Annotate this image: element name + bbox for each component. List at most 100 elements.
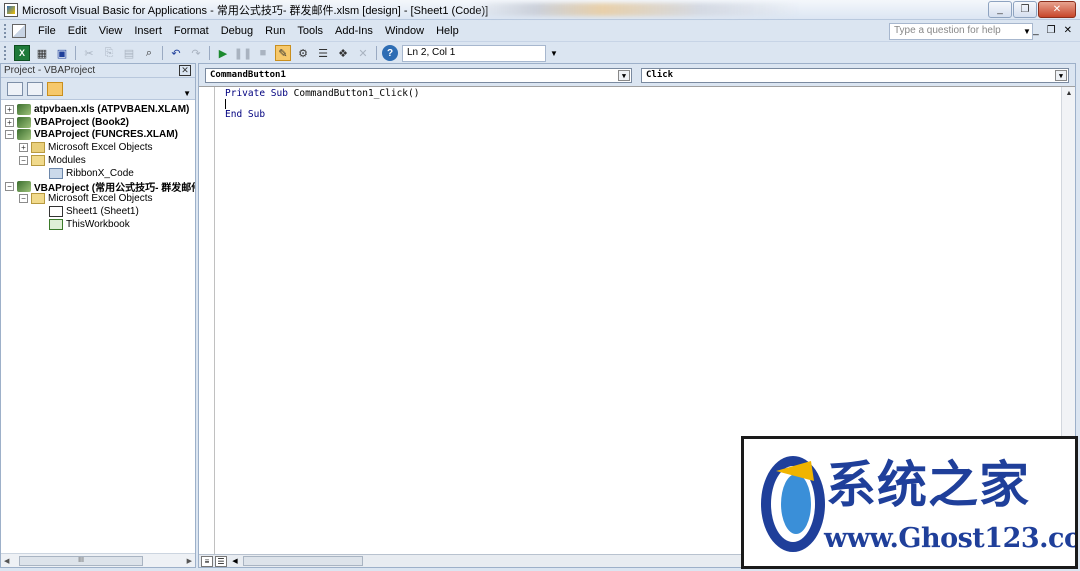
mdi-controls: _ ❐ ✕ bbox=[1033, 25, 1072, 36]
view-excel-icon[interactable]: X bbox=[14, 45, 30, 61]
vba-project-icon bbox=[17, 129, 31, 141]
project-horizontal-scrollbar[interactable]: ◀ III ▶ bbox=[1, 553, 195, 567]
help-icon[interactable]: ? bbox=[382, 45, 398, 61]
scroll-left-icon[interactable]: ◀ bbox=[4, 557, 9, 565]
help-search-input[interactable]: Type a question for help bbox=[889, 23, 1033, 40]
copy-icon[interactable]: ⎘ bbox=[101, 45, 117, 61]
paste-icon[interactable]: ▤ bbox=[121, 45, 137, 61]
menu-debug[interactable]: Debug bbox=[215, 25, 259, 37]
design-mode-icon[interactable]: ✎ bbox=[275, 45, 291, 61]
scroll-thumb[interactable]: III bbox=[19, 556, 143, 566]
code-document-icon[interactable] bbox=[12, 24, 26, 38]
tree-node[interactable]: − Microsoft Excel Objects bbox=[1, 193, 195, 206]
code-horizontal-scroll-thumb[interactable] bbox=[243, 556, 363, 566]
tree-node[interactable]: + Microsoft Excel Objects bbox=[1, 141, 195, 154]
tree-node[interactable]: Sheet1 (Sheet1) bbox=[1, 205, 195, 218]
blurred-taskbar-area bbox=[470, 3, 800, 16]
menu-help[interactable]: Help bbox=[430, 25, 465, 37]
text-caret bbox=[225, 99, 226, 110]
full-module-view-icon[interactable]: ☰ bbox=[215, 555, 227, 567]
procedure-view-icon[interactable]: ≡ bbox=[201, 555, 213, 567]
save-icon[interactable]: ▣ bbox=[54, 45, 70, 61]
project-explorer-panel: Project - VBAProject ✕ ▼ + atpvbaen.xls … bbox=[0, 63, 196, 568]
cursor-position-display: Ln 2, Col 1 bbox=[402, 44, 546, 62]
procedure-combo-value: Click bbox=[646, 70, 674, 80]
folder-icon bbox=[31, 142, 45, 154]
expand-plus-icon[interactable]: + bbox=[5, 117, 14, 127]
menu-edit[interactable]: Edit bbox=[62, 25, 93, 37]
insert-userform-icon[interactable]: ▦ bbox=[34, 45, 50, 61]
run-icon[interactable]: ▶ bbox=[215, 45, 231, 61]
toolbar-grip[interactable] bbox=[4, 46, 8, 60]
procedure-combo[interactable]: Click ▼ bbox=[641, 68, 1069, 83]
scroll-right-icon[interactable]: ▶ bbox=[187, 557, 192, 565]
expand-plus-icon[interactable]: + bbox=[5, 104, 14, 114]
vba-project-icon bbox=[17, 103, 31, 115]
project-panel-header: Project - VBAProject ✕ bbox=[1, 64, 195, 78]
tree-node[interactable]: + VBAProject (Book2) bbox=[1, 116, 195, 129]
margin-indicator-bar[interactable] bbox=[199, 87, 215, 557]
minimize-button[interactable]: _ bbox=[988, 1, 1012, 18]
find-icon[interactable]: ⌕ bbox=[141, 45, 157, 61]
panel-toolbar-options-icon[interactable]: ▼ bbox=[183, 89, 191, 98]
menu-file[interactable]: File bbox=[32, 25, 62, 37]
tree-node[interactable]: − VBAProject (常用公式技巧- 群发邮件.xlsm) bbox=[1, 180, 195, 193]
toolbox-icon[interactable]: ✕ bbox=[355, 45, 371, 61]
tree-node[interactable]: − Modules bbox=[1, 154, 195, 167]
scroll-left-icon[interactable]: ◀ bbox=[229, 557, 241, 565]
tree-node[interactable]: − VBAProject (FUNCRES.XLAM) bbox=[1, 129, 195, 142]
break-icon[interactable]: ❚❚ bbox=[234, 45, 252, 61]
menu-bar: File Edit View Insert Format Debug Run T… bbox=[0, 21, 1080, 42]
code-text[interactable]: Private Sub CommandButton1_Click() End Su… bbox=[225, 88, 420, 120]
standard-toolbar: X ▦ ▣ ✂ ⎘ ▤ ⌕ ↶ ↷ ▶ ❚❚ ■ ✎ ⚙ ☰ ❖ ✕ ? Ln … bbox=[0, 43, 1080, 63]
view-object-icon[interactable] bbox=[27, 81, 43, 96]
tree-node[interactable]: ThisWorkbook bbox=[1, 218, 195, 231]
workbook-icon bbox=[49, 219, 63, 231]
mdi-minimize-icon[interactable]: _ bbox=[1033, 25, 1039, 36]
toolbar-options-icon[interactable]: ▼ bbox=[550, 49, 558, 58]
undo-icon[interactable]: ↶ bbox=[168, 45, 184, 61]
properties-window-icon[interactable]: ☰ bbox=[315, 45, 331, 61]
vba-app-icon[interactable] bbox=[4, 2, 18, 17]
open-folder-icon bbox=[31, 155, 45, 167]
close-button[interactable]: ✕ bbox=[1038, 1, 1076, 18]
menu-window[interactable]: Window bbox=[379, 25, 430, 37]
mdi-close-icon[interactable]: ✕ bbox=[1064, 25, 1072, 36]
collapse-minus-icon[interactable]: − bbox=[19, 156, 28, 166]
view-code-icon[interactable] bbox=[7, 81, 23, 96]
toggle-folders-icon[interactable] bbox=[47, 81, 63, 96]
menu-tools[interactable]: Tools bbox=[291, 25, 329, 37]
redo-icon[interactable]: ↷ bbox=[188, 45, 204, 61]
collapse-minus-icon[interactable]: − bbox=[5, 130, 14, 140]
reset-icon[interactable]: ■ bbox=[255, 45, 271, 61]
dropdown-arrow-icon[interactable]: ▼ bbox=[1055, 70, 1067, 81]
menu-view[interactable]: View bbox=[93, 25, 129, 37]
dropdown-arrow-icon[interactable]: ▼ bbox=[618, 70, 630, 81]
restore-button[interactable]: ❐ bbox=[1013, 1, 1037, 18]
code-line-1: Private Sub CommandButton1_Click() bbox=[225, 88, 420, 99]
collapse-minus-icon[interactable]: − bbox=[5, 181, 14, 191]
tree-node[interactable]: + atpvbaen.xls (ATPVBAEN.XLAM) bbox=[1, 103, 195, 116]
vba-project-icon bbox=[17, 116, 31, 128]
vba-project-icon bbox=[17, 180, 31, 192]
menubar-grip[interactable] bbox=[4, 24, 8, 38]
menu-add-ins[interactable]: Add-Ins bbox=[329, 25, 379, 37]
object-combo-value: CommandButton1 bbox=[210, 70, 286, 80]
object-browser-icon[interactable]: ❖ bbox=[335, 45, 351, 61]
project-tree: + atpvbaen.xls (ATPVBAEN.XLAM) + VBAProj… bbox=[1, 100, 195, 231]
menu-format[interactable]: Format bbox=[168, 25, 215, 37]
cut-icon[interactable]: ✂ bbox=[81, 45, 97, 61]
project-explorer-icon[interactable]: ⚙ bbox=[295, 45, 311, 61]
menu-run[interactable]: Run bbox=[259, 25, 291, 37]
watermark-url: www.Ghost123.com bbox=[824, 523, 1075, 554]
close-panel-icon[interactable]: ✕ bbox=[179, 65, 191, 76]
mdi-restore-icon[interactable]: ❐ bbox=[1047, 25, 1056, 36]
menu-insert[interactable]: Insert bbox=[128, 25, 168, 37]
help-dropdown-arrow[interactable]: ▼ bbox=[1021, 23, 1033, 40]
scroll-up-icon[interactable]: ▲ bbox=[1062, 87, 1076, 101]
open-folder-icon bbox=[31, 193, 45, 205]
expand-plus-icon[interactable]: + bbox=[19, 143, 28, 153]
collapse-minus-icon[interactable]: − bbox=[19, 194, 28, 204]
tree-node[interactable]: RibbonX_Code bbox=[1, 167, 195, 180]
object-combo[interactable]: CommandButton1 ▼ bbox=[205, 68, 632, 83]
